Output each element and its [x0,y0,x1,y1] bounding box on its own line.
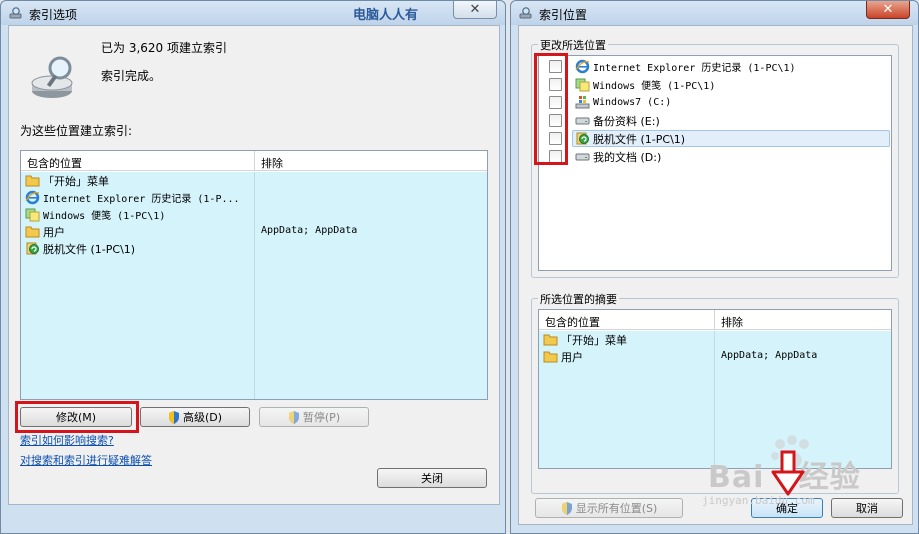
indexed-count-text: 已为 3,620 项建立索引 [101,41,227,55]
help-link-troubleshoot[interactable]: 对搜索和索引进行疑难解答 [20,452,152,468]
advanced-button-label: 高级(D) [182,411,223,424]
list-body: 「开始」菜单 用户 AppData; AppData [539,331,891,468]
window-title: 索引位置 [539,8,588,22]
list-item[interactable]: Windows 便笺 (1-PC\1) [25,206,165,223]
location-item[interactable]: Windows 便笺 (1-PC\1) [575,76,715,93]
watermark-brand-prefix: Bai [708,460,765,495]
magnifier-icon [519,7,532,19]
list-header: 包含的位置 排除 [21,151,487,171]
cancel-button[interactable]: 取消 [831,498,903,518]
location-label: Internet Explorer 历史记录 (1-PC\1) [593,63,796,74]
drive-icon [575,153,590,161]
index-locations-label: 为这些位置建立索引: [20,124,133,138]
exclusion-text: AppData; AppData [721,350,818,361]
location-item[interactable]: Internet Explorer 历史记录 (1-PC\1) [575,58,796,75]
included-column-header[interactable]: 包含的位置 [27,155,82,171]
location-label: Windows7 (C:) [593,97,672,108]
indexing-status-text: 索引完成。 [101,69,162,83]
location-item[interactable]: 我的文档 (D:) [575,148,661,165]
location-item[interactable]: 备份资料 (E:) [575,112,660,129]
location-label: 脱机文件 (1-PC\1) [593,132,686,146]
sticky-notes-icon [575,78,590,92]
list-item[interactable]: Internet Explorer 历史记录 (1-P... [25,189,240,206]
list-item-label: Windows 便笺 (1-PC\1) [43,211,166,222]
list-item-label: 「开始」菜单 [561,333,627,347]
folder-icon [543,334,558,346]
column-divider[interactable] [714,310,715,330]
magnifier-icon [9,7,22,19]
title-bar[interactable]: 索引位置 ✕ [511,1,918,25]
list-header: 包含的位置 排除 [539,310,891,330]
location-item[interactable]: Windows7 (C:) [575,94,671,111]
shield-icon [561,501,572,515]
column-line [714,331,715,468]
exclusion-text: AppData; AppData [261,225,358,236]
close-icon: ✕ [882,2,894,17]
summary-label: 所选位置的摘要 [538,291,619,307]
close-button[interactable]: 关闭 [377,468,487,488]
highlight-box [15,401,139,433]
pause-button[interactable]: 暂停(P) [259,407,369,427]
close-window-button[interactable]: ✕ [453,1,497,19]
windows-drive-icon [575,96,590,109]
list-item-label: 「开始」菜单 [43,174,109,188]
column-line [254,172,255,399]
list-item[interactable]: 「开始」菜单 [543,331,627,348]
change-locations-group: 更改所选位置 Internet Explorer 历史记录 (1-PC\1) W… [531,37,899,278]
offline-files-icon [26,242,39,255]
list-item[interactable]: 用户 [543,348,583,365]
red-arrow-icon [771,450,805,496]
summary-list[interactable]: 包含的位置 排除 「开始」菜单 用户 AppData; AppData [538,309,892,469]
internet-explorer-icon [575,59,590,74]
indexing-options-window: 索引选项 电脑人人有 ✕ 已为 3,620 项建立索引 索引完成。 为这些位置建… [0,0,506,534]
index-locations-list[interactable]: 包含的位置 排除 「开始」菜单 Internet Explorer 历史记录 (… [20,150,488,400]
excluded-column-header[interactable]: 排除 [261,155,283,171]
change-locations-label: 更改所选位置 [538,37,608,53]
sticky-notes-icon [25,208,40,222]
pause-button-label: 暂停(P) [302,411,341,424]
internet-explorer-icon [25,190,40,205]
excluded-column-header[interactable]: 排除 [721,314,743,330]
list-item[interactable]: 脱机文件 (1-PC\1) [25,240,135,257]
close-window-button[interactable]: ✕ [866,1,910,19]
list-item-label: Internet Explorer 历史记录 (1-P... [43,194,240,205]
locations-tree[interactable]: Internet Explorer 历史记录 (1-PC\1) Windows … [538,55,892,271]
checkbox-highlight-box [534,53,568,165]
offline-files-icon [576,132,589,145]
shield-icon [288,410,299,424]
watermark-text: 电脑人人有 [353,8,419,23]
folder-icon [25,175,40,187]
location-label: 备份资料 (E:) [593,114,660,128]
cancel-button-label: 取消 [856,502,878,515]
location-label: Windows 便笺 (1-PC\1) [593,81,716,92]
list-item-label: 用户 [43,225,65,239]
close-icon: ✕ [469,2,481,17]
indexing-drive-icon [31,56,73,98]
folder-icon [543,351,558,363]
show-all-button-label: 显示所有位置(S) [575,502,658,515]
location-item[interactable]: 脱机文件 (1-PC\1) [575,130,685,147]
shield-icon [168,410,179,424]
help-link-index-search[interactable]: 索引如何影响搜索? [20,432,114,448]
folder-icon [25,226,40,238]
watermark-brand-suffix: 经验 [798,460,861,495]
column-divider[interactable] [254,151,255,171]
included-column-header[interactable]: 包含的位置 [545,314,600,330]
close-button-label: 关闭 [421,472,443,485]
advanced-button[interactable]: 高级(D) [140,407,250,427]
indexed-locations-client: 更改所选位置 Internet Explorer 历史记录 (1-PC\1) W… [518,25,913,525]
title-bar[interactable]: 索引选项 电脑人人有 ✕ [1,1,505,25]
show-all-locations-button[interactable]: 显示所有位置(S) [535,498,683,518]
list-item[interactable]: 「开始」菜单 [25,172,109,189]
list-item-label: 用户 [561,350,583,364]
list-item[interactable]: 用户 [25,223,65,240]
list-body: 「开始」菜单 Internet Explorer 历史记录 (1-P... Wi… [21,172,487,399]
indexing-options-client: 已为 3,620 项建立索引 索引完成。 为这些位置建立索引: 包含的位置 排除… [8,25,500,505]
window-title: 索引选项 [29,8,78,22]
location-label: 我的文档 (D:) [593,150,662,164]
drive-icon [575,117,590,125]
list-item-label: 脱机文件 (1-PC\1) [43,242,136,256]
